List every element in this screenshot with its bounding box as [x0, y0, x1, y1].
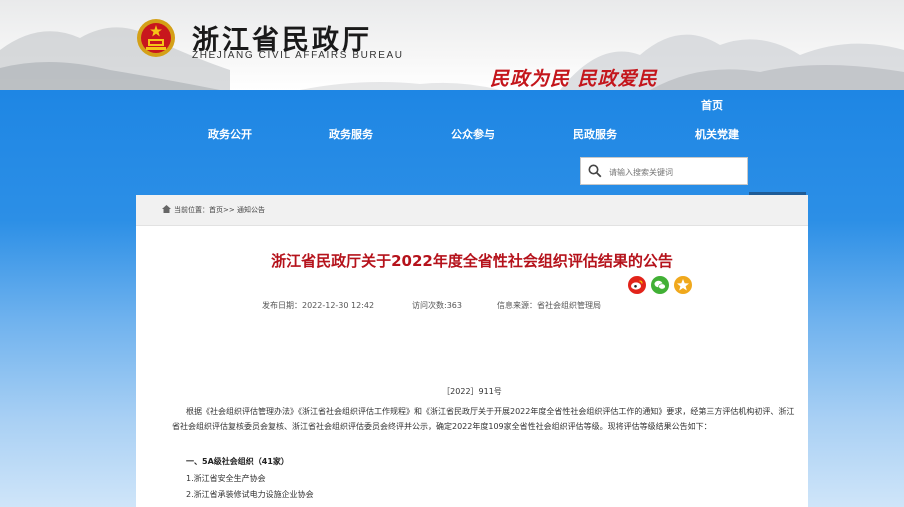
nav-item-zhengwu-fuwu[interactable]: 政务服务: [329, 126, 373, 142]
qzone-icon[interactable]: [674, 276, 692, 294]
nav-item-zhengwu-gongkai[interactable]: 政务公开: [208, 126, 252, 142]
site-header: 浙江省民政厅 ZHEJIANG CIVIL AFFAIRS BUREAU 民政为…: [0, 0, 904, 90]
search-icon: [588, 164, 602, 178]
wechat-icon[interactable]: [651, 276, 669, 294]
search-box: [580, 157, 748, 185]
nav-item-gongzhong-canyu[interactable]: 公众参与: [451, 126, 495, 142]
article-body: 根据《社会组织评估管理办法》《浙江省社会组织评估工作规程》和《浙江省民政厅关于开…: [172, 407, 795, 431]
site-slogan: 民政为民 民政爱民: [490, 68, 658, 90]
home-icon: [162, 205, 171, 213]
nav-item-minzheng-fuwu[interactable]: 民政服务: [573, 126, 617, 142]
nav-home[interactable]: 首页: [701, 97, 723, 113]
publish-date: 发布日期：2022-12-30 12:42: [262, 301, 375, 310]
site-subtitle: ZHEJIANG CIVIL AFFAIRS BUREAU: [192, 50, 404, 61]
info-source: 信息来源：省社会组织管理局: [497, 301, 601, 310]
national-emblem-icon: [137, 19, 175, 57]
search-input[interactable]: [607, 162, 747, 182]
list-item: 1.浙江省安全生产协会: [186, 474, 266, 483]
article-title: 浙江省民政厅关于2022年度全省性社会组织评估结果的公告: [271, 252, 673, 270]
weibo-icon[interactable]: [628, 276, 646, 294]
breadcrumb: 当前位置：首页>> 通知公告: [136, 195, 808, 226]
list-item: 2.浙江省承装修试电力设施企业协会: [186, 490, 314, 499]
nav-item-jiguan-dangjian[interactable]: 机关党建: [695, 126, 739, 142]
section-heading: 一、5A级社会组织（41家）: [186, 457, 289, 466]
view-count: 访问次数:363: [412, 301, 462, 310]
breadcrumb-text[interactable]: 当前位置：首页>> 通知公告: [174, 205, 265, 215]
document-number: ［2022］911号: [442, 387, 502, 396]
